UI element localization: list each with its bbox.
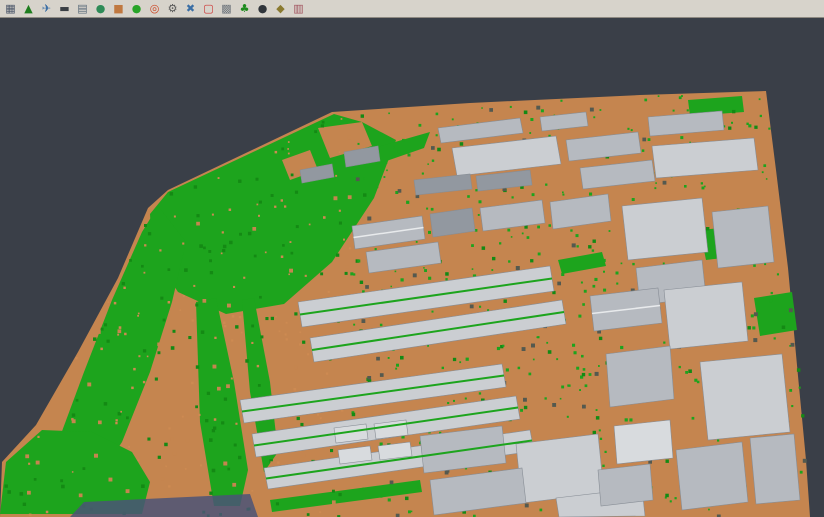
toolbar: ▦ ▲ ✈ ▬ ▤ ● ■ ● ◎ ⚙ ✖ ▢ ▩ ♣ ● ◆ ▥ xyxy=(0,0,824,18)
sphere-view-icon: ● xyxy=(258,2,268,16)
measure-icon: ◆ xyxy=(276,2,284,16)
classification-button[interactable]: ◎ xyxy=(146,1,163,17)
ground-class-icon: ■ xyxy=(113,2,123,16)
tree-class-icon: ♣ xyxy=(240,2,250,16)
sphere-view-button[interactable]: ● xyxy=(254,1,271,17)
layers-icon: ▤ xyxy=(77,2,87,16)
classification-icon: ◎ xyxy=(150,2,160,16)
viewport-3d[interactable] xyxy=(0,18,824,517)
settings-button[interactable]: ⚙ xyxy=(164,1,181,17)
tree-class-button[interactable]: ♣ xyxy=(236,1,253,17)
vegetation-class-button[interactable]: ● xyxy=(128,1,145,17)
cut-tool-button[interactable]: ✖ xyxy=(182,1,199,17)
layers-button[interactable]: ▤ xyxy=(74,1,91,17)
grid-view-button[interactable]: ▦ xyxy=(2,1,19,17)
mesh-icon: ▩ xyxy=(221,2,231,16)
measure-button[interactable]: ◆ xyxy=(272,1,289,17)
report-button[interactable]: ▥ xyxy=(290,1,307,17)
grid-view-icon: ▦ xyxy=(5,2,15,16)
ground-class-button[interactable]: ■ xyxy=(110,1,127,17)
profile-icon: ▬ xyxy=(59,2,69,16)
point-cloud-scene[interactable] xyxy=(0,18,824,517)
terrain-icon: ▲ xyxy=(24,2,32,16)
selection-icon: ▢ xyxy=(203,2,213,16)
application-window: ▦ ▲ ✈ ▬ ▤ ● ■ ● ◎ ⚙ ✖ ▢ ▩ ♣ ● ◆ ▥ xyxy=(0,0,824,517)
report-icon: ▥ xyxy=(293,2,303,16)
flight-path-button[interactable]: ✈ xyxy=(38,1,55,17)
terrain-button[interactable]: ▲ xyxy=(20,1,37,17)
settings-icon: ⚙ xyxy=(168,2,178,16)
profile-button[interactable]: ▬ xyxy=(56,1,73,17)
globe-button[interactable]: ● xyxy=(92,1,109,17)
mesh-button[interactable]: ▩ xyxy=(218,1,235,17)
selection-button[interactable]: ▢ xyxy=(200,1,217,17)
vegetation-class-icon: ● xyxy=(132,2,142,16)
cut-tool-icon: ✖ xyxy=(186,2,195,16)
flight-path-icon: ✈ xyxy=(42,2,51,16)
globe-icon: ● xyxy=(96,2,106,16)
